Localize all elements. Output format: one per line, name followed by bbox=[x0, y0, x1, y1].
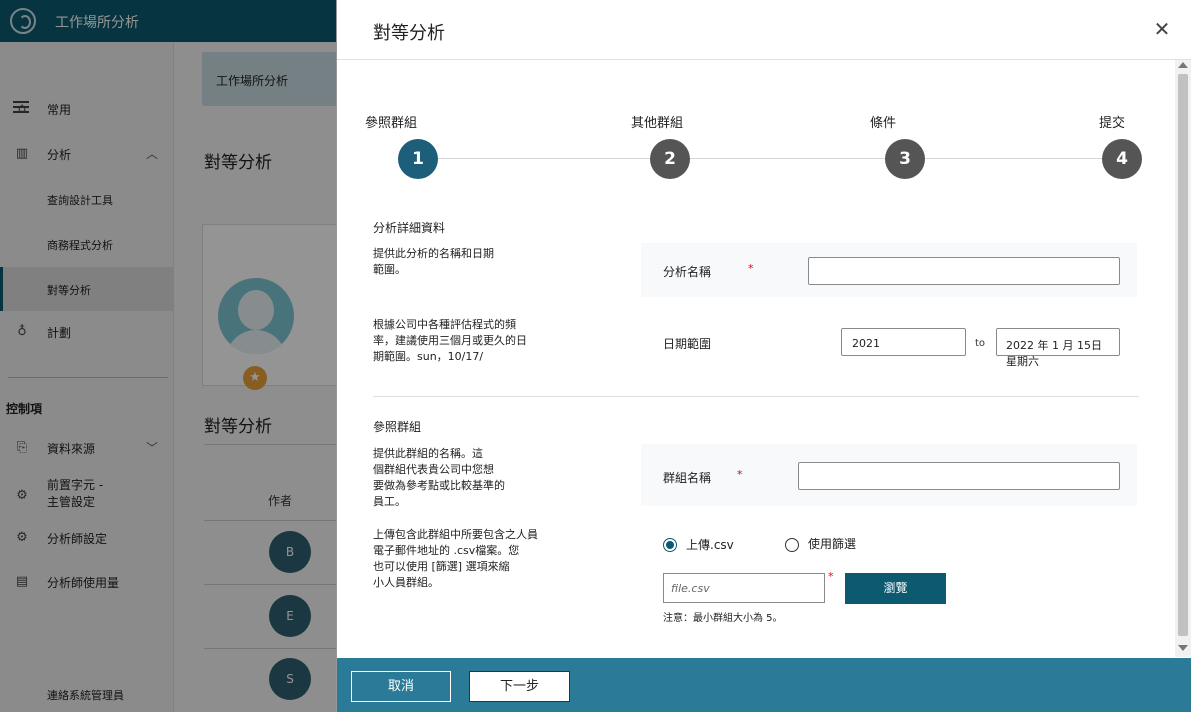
date-range-label: 日期範圍 bbox=[663, 337, 712, 351]
date-range-description: 根據公司中各種評估程式的頻 率，建議使用三個月或更久的日 期範圍。sun，10/… bbox=[373, 317, 527, 365]
description-line: 要做為參考點或比較基準的 bbox=[373, 479, 505, 492]
required-mark: * bbox=[748, 262, 754, 275]
group-name-label: 群組名稱 bbox=[663, 471, 712, 485]
description-line: 範圍。 bbox=[373, 263, 406, 276]
minimum-group-size-note: 注意：最小群組大小為 5。 bbox=[663, 613, 783, 624]
end-date-input[interactable]: 2022 年 1 月 15日星期六 bbox=[996, 328, 1120, 368]
description-line: 提供此群組的名稱。這 bbox=[373, 447, 483, 460]
analysis-name-label: 分析名稱 bbox=[663, 265, 712, 279]
section-title-reference-group: 參照群組 bbox=[373, 420, 422, 434]
radio-upload-csv[interactable] bbox=[663, 538, 677, 552]
upload-description: 上傳包含此群組中所要包含之人員 電子郵件地址的 .csv檔案。您 也可以使用 [… bbox=[373, 527, 538, 591]
description-line: 電子郵件地址的 .csv檔案。您 bbox=[373, 544, 520, 557]
modal-overlay[interactable] bbox=[0, 0, 336, 712]
next-button[interactable]: 下一步 bbox=[469, 671, 570, 702]
panel-footer: 取消 下一步 bbox=[337, 658, 1191, 712]
close-icon[interactable]: ✕ bbox=[1151, 18, 1173, 40]
section-title-analysis-details: 分析詳細資料 bbox=[373, 221, 446, 235]
peer-analysis-panel: 對等分析 ✕ 參照群組 其他群組 條件 提交 1 2 3 4 分析詳細資料 提供… bbox=[336, 0, 1191, 712]
step-label-other-groups: 其他群組 bbox=[631, 116, 684, 131]
browse-button[interactable]: 瀏覽 bbox=[845, 573, 946, 604]
radio-upload-csv-label[interactable]: 上傳.csv bbox=[686, 536, 734, 553]
description-line: 也可以使用 [篩選] 選項來縮 bbox=[373, 560, 510, 573]
start-date-input[interactable]: 2021 bbox=[841, 328, 966, 356]
panel-title: 對等分析 bbox=[373, 23, 445, 44]
step-1-circle[interactable]: 1 bbox=[398, 139, 438, 179]
step-label-submit: 提交 bbox=[1099, 116, 1126, 131]
description-line: 根據公司中各種評估程式的頻 bbox=[373, 318, 516, 331]
scroll-up-arrow-icon[interactable] bbox=[1178, 62, 1188, 68]
radio-use-filter-label[interactable]: 使用篩選 bbox=[808, 535, 856, 552]
date-range-separator: to bbox=[975, 338, 986, 349]
step-4-circle[interactable]: 4 bbox=[1102, 139, 1142, 179]
required-mark: * bbox=[737, 468, 743, 481]
reference-group-description: 提供此群組的名稱。這 個群組代表貴公司中您想 要做為參考點或比較基準的 員工。 bbox=[373, 446, 505, 510]
group-name-input[interactable] bbox=[798, 462, 1120, 490]
step-label-reference-group: 參照群組 bbox=[365, 116, 418, 131]
description-line: 提供此分析的名稱和日期 bbox=[373, 247, 494, 260]
description-line: 上傳包含此群組中所要包含之人員 bbox=[373, 528, 538, 541]
section-divider bbox=[373, 396, 1139, 397]
panel-header: 對等分析 ✕ bbox=[337, 0, 1191, 60]
file-input[interactable]: file.csv bbox=[663, 573, 825, 603]
step-3-circle[interactable]: 3 bbox=[885, 139, 925, 179]
description-line: 率，建議使用三個月或更久的日 bbox=[373, 334, 527, 347]
description-line: 員工。 bbox=[373, 495, 406, 508]
scrollbar-thumb[interactable] bbox=[1178, 74, 1188, 636]
step-2-circle[interactable]: 2 bbox=[650, 139, 690, 179]
step-label-criteria: 條件 bbox=[870, 116, 897, 131]
cancel-button[interactable]: 取消 bbox=[351, 671, 451, 702]
description-line: 小人員群組。 bbox=[373, 576, 439, 589]
scrollbar[interactable] bbox=[1175, 60, 1191, 657]
radio-use-filter[interactable] bbox=[785, 538, 799, 552]
description-line: 個群組代表貴公司中您想 bbox=[373, 463, 494, 476]
analysis-name-input[interactable] bbox=[808, 257, 1120, 285]
scroll-down-arrow-icon[interactable] bbox=[1178, 645, 1188, 651]
analysis-details-description: 提供此分析的名稱和日期 範圍。 bbox=[373, 246, 494, 278]
stepper-line bbox=[419, 158, 1123, 159]
description-line: 期範圍。sun，10/17/ bbox=[373, 350, 484, 363]
required-mark: * bbox=[828, 570, 834, 583]
